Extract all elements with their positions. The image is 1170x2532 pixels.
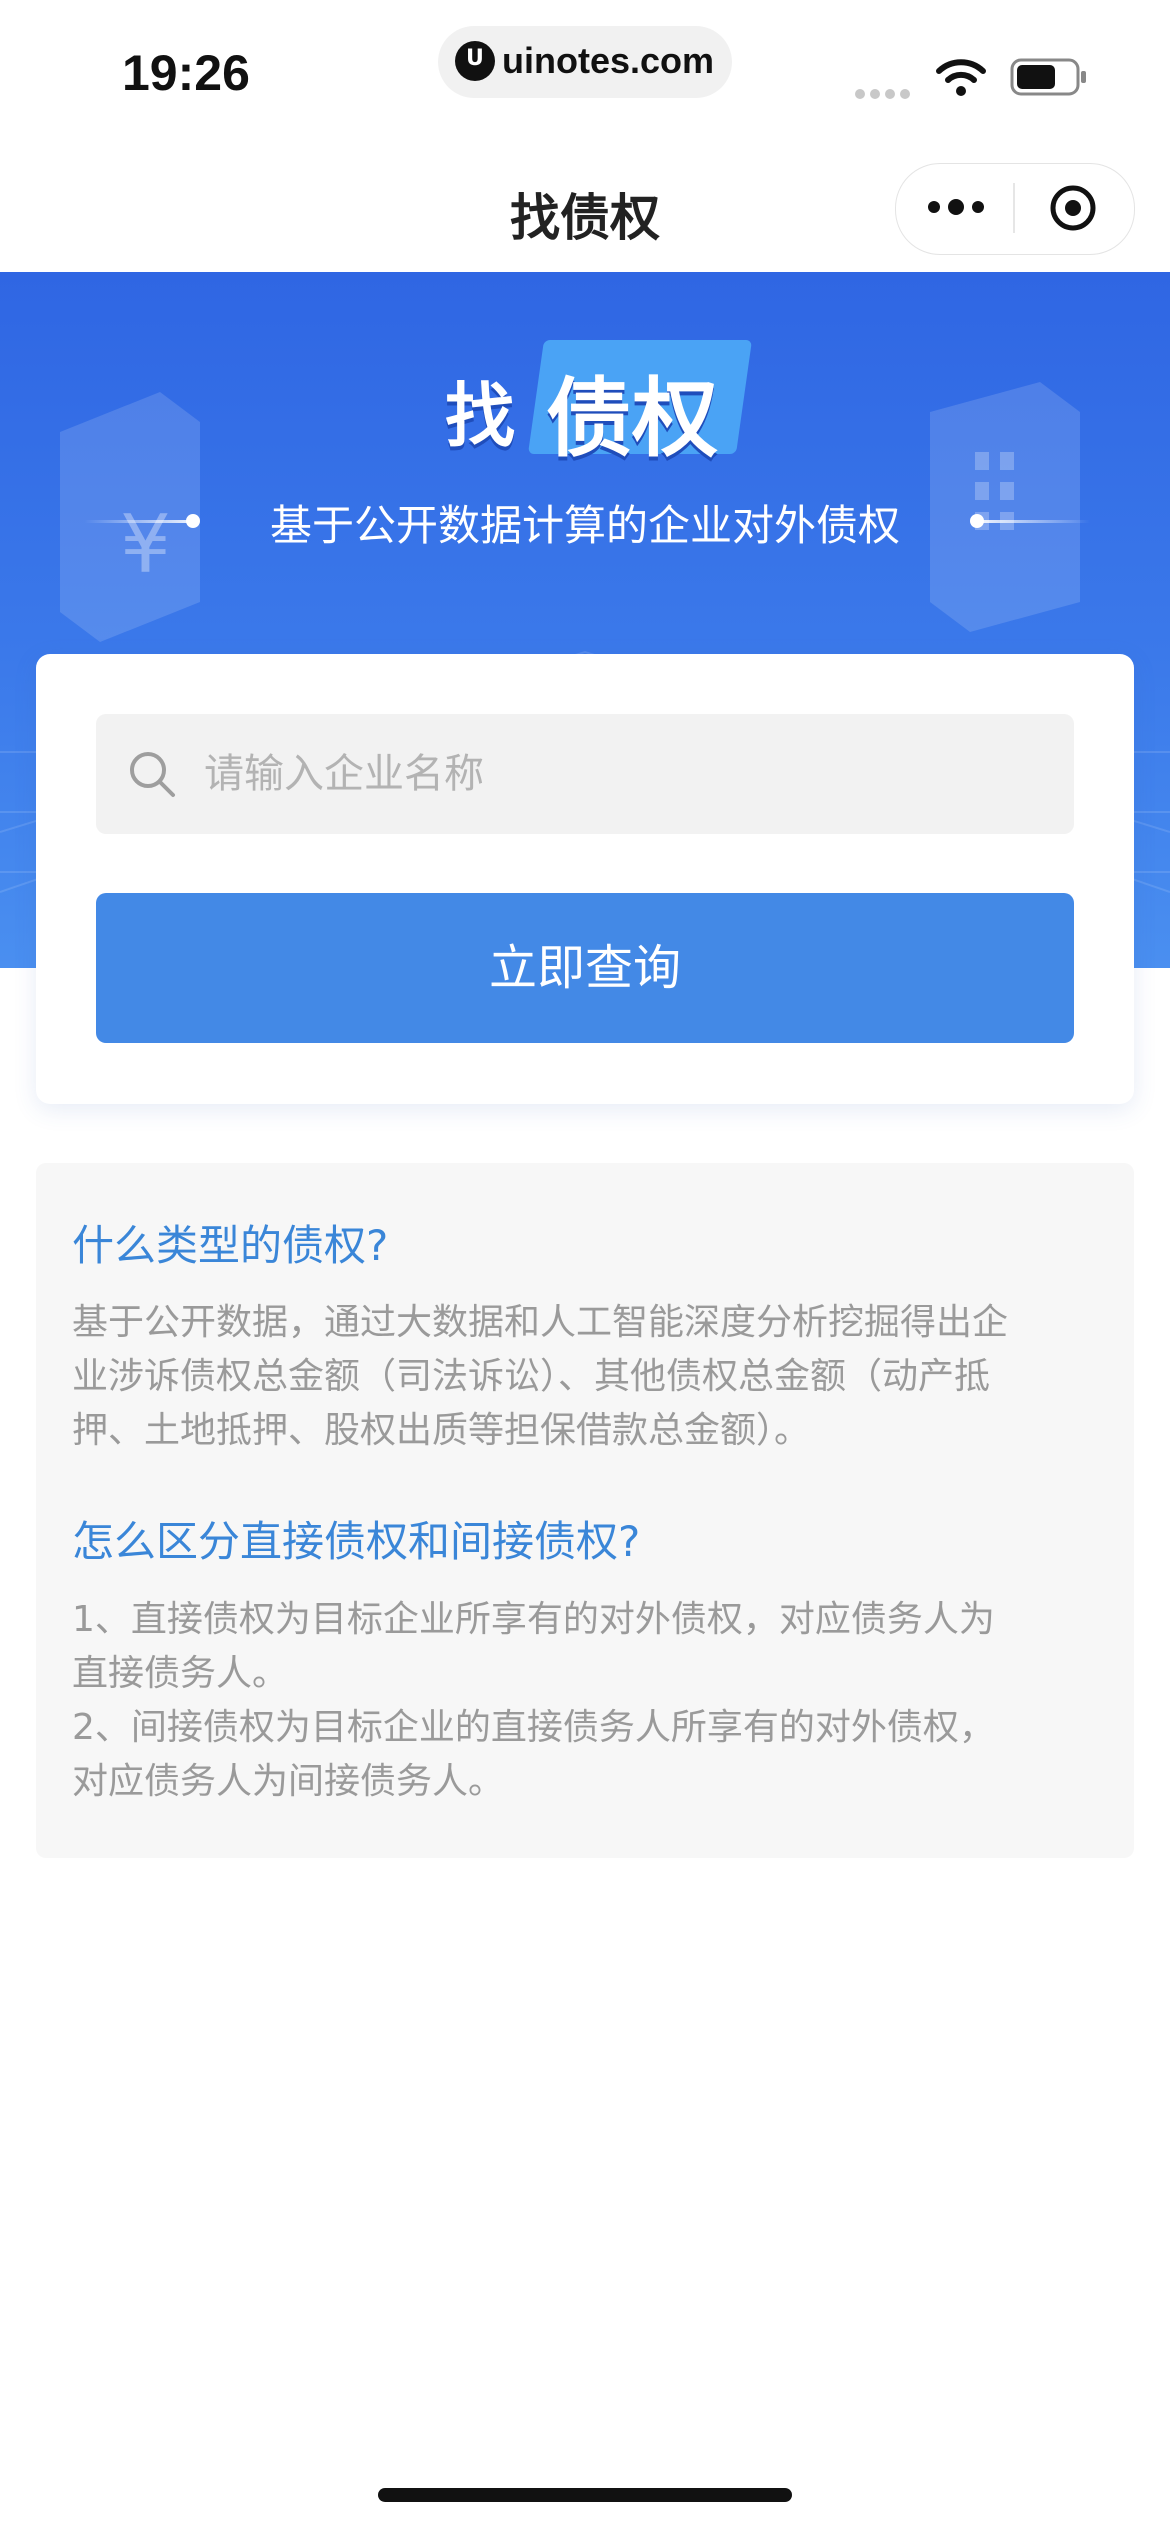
close-target-icon[interactable] — [1048, 183, 1098, 233]
cellular-signal-icon — [855, 84, 915, 103]
banner-title-prefix: 找 — [445, 375, 515, 457]
home-indicator[interactable] — [378, 2488, 792, 2502]
faq-answer-2: 1、直接债权为目标企业所享有的对外债权，对应债务人为 直接债务人。 2、间接债权… — [72, 1593, 1092, 1809]
query-button[interactable]: 立即查询 — [96, 893, 1074, 1043]
banner-subtitle: 基于公开数据计算的企业对外债权 — [269, 501, 900, 550]
faq-answer-1-line: 基于公开数据，通过大数据和人工智能深度分析挖掘得出企 — [72, 1302, 1009, 1343]
faq-question-1: 什么类型的债权? — [72, 1221, 389, 1270]
status-time: 19:26 — [122, 45, 250, 101]
faq-answer-2-line: 对应债务人为间接债务人。 — [72, 1761, 505, 1802]
battery-icon — [1010, 58, 1086, 96]
company-search-input[interactable] — [204, 744, 1044, 804]
faq-answer-1: 基于公开数据，通过大数据和人工智能深度分析挖掘得出企 业涉诉债权总金额（司法诉讼… — [72, 1296, 1092, 1458]
banner-title-main: 债权 — [546, 369, 718, 469]
more-icon[interactable] — [925, 198, 987, 216]
capsule-divider — [1013, 183, 1015, 233]
wifi-icon — [936, 59, 986, 96]
faq-answer-2-line: 1、直接债权为目标企业所享有的对外债权，对应债务人为 — [72, 1599, 995, 1640]
faq-answer-1-line: 业涉诉债权总金额（司法诉讼）、其他债权总金额（动产抵 — [72, 1356, 991, 1397]
site-logo-icon: U — [455, 41, 495, 81]
search-icon — [130, 752, 175, 797]
faq-answer-2-line: 直接债务人。 — [72, 1653, 289, 1694]
faq-answer-1-line: 押、土地抵押、股权出质等担保借款总金额）。 — [72, 1410, 811, 1451]
faq-question-2: 怎么区分直接债权和间接债权? — [72, 1517, 641, 1566]
url-text: uinotes.com — [502, 40, 715, 81]
site-logo-letter: U — [466, 46, 484, 71]
faq-answer-2-line: 2、间接债权为目标企业的直接债务人所享有的对外债权， — [72, 1707, 995, 1748]
